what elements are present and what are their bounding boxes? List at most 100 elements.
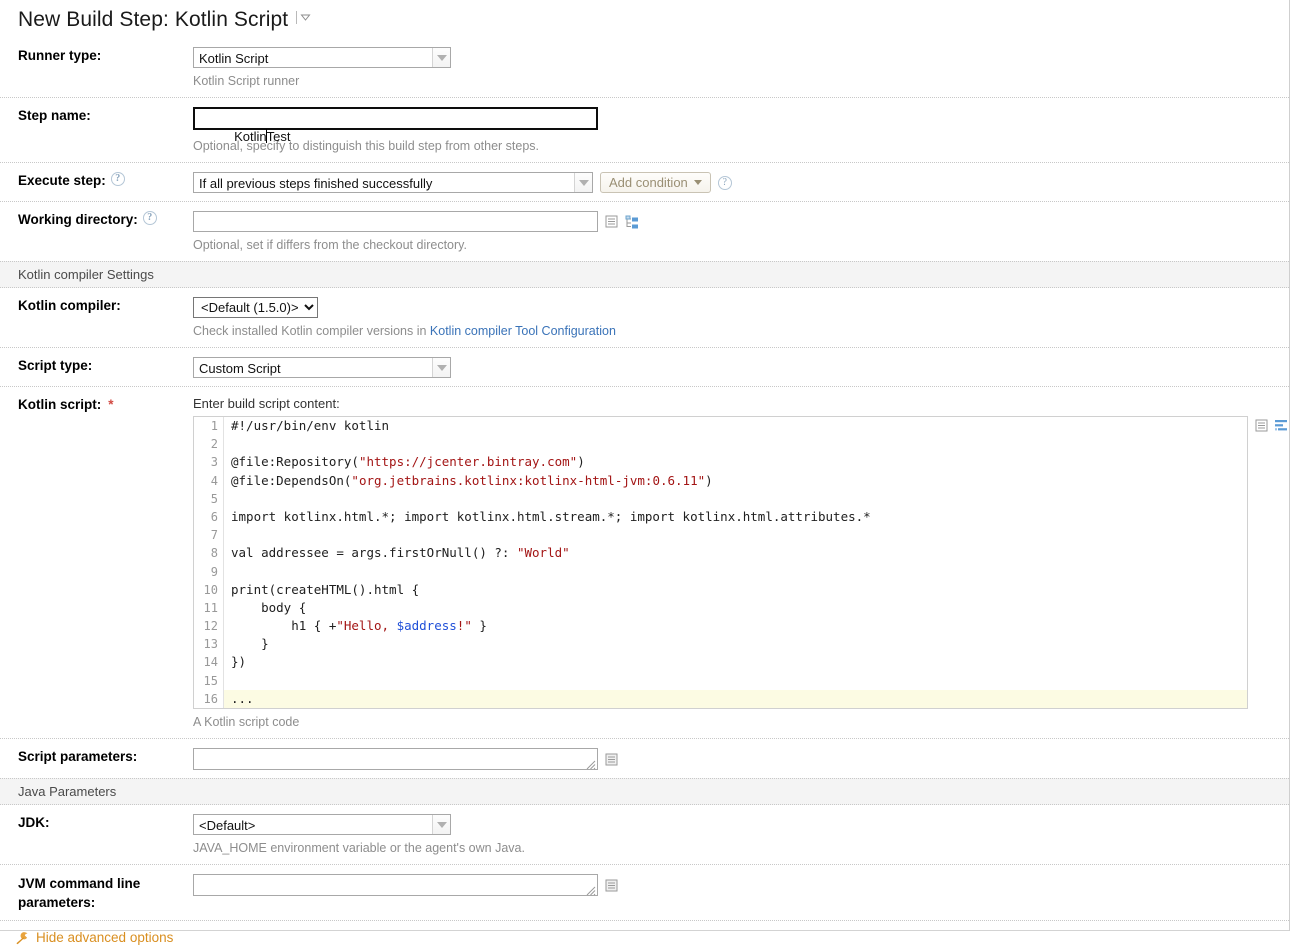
line-number: 5	[194, 490, 224, 508]
code-line[interactable]: 8val addressee = args.firstOrNull() ?: "…	[194, 544, 1247, 562]
line-number: 9	[194, 563, 224, 581]
step-name-value-before: Kotlin	[234, 129, 267, 144]
row-runner-type: Runner type: Kotlin Script Kotlin Script…	[0, 38, 1289, 97]
page-title: New Build Step: Kotlin Script	[18, 8, 288, 32]
title-menu[interactable]	[296, 11, 311, 24]
code-line-text: @file:Repository("https://jcenter.bintra…	[224, 453, 585, 471]
code-line-text: }	[224, 635, 269, 653]
line-number: 2	[194, 435, 224, 453]
line-number: 3	[194, 453, 224, 471]
kotlin-compiler-hint-prefix: Check installed Kotlin compiler versions…	[193, 324, 430, 338]
row-script-type: Script type: Custom Script	[0, 347, 1289, 386]
list-icon[interactable]	[605, 753, 618, 766]
browse-tree-icon[interactable]	[625, 215, 640, 229]
title-separator	[296, 11, 297, 24]
runner-type-value: Kotlin Script	[194, 48, 432, 67]
code-line[interactable]: 12 h1 { +"Hello, $address!" }	[194, 617, 1247, 635]
help-icon[interactable]: ?	[111, 172, 125, 186]
line-number: 1	[194, 417, 224, 435]
chevron-down-icon[interactable]	[300, 12, 311, 23]
script-parameters-input[interactable]	[193, 748, 598, 770]
required-marker: *	[108, 396, 113, 413]
code-line[interactable]: 15	[194, 672, 1247, 690]
code-line[interactable]: 10print(createHTML().html {	[194, 581, 1247, 599]
row-step-name: Step name: KotlinTest Optional, specify …	[0, 97, 1289, 162]
script-type-value: Custom Script	[194, 358, 432, 377]
code-line-text: })	[224, 653, 246, 671]
kotlin-script-field: Enter build script content: 1#!/usr/bin/…	[193, 396, 1290, 730]
chevron-down-icon[interactable]	[432, 358, 450, 377]
code-line[interactable]: 3@file:Repository("https://jcenter.bintr…	[194, 453, 1247, 471]
jdk-select[interactable]: <Default>	[193, 814, 451, 835]
working-directory-field: Optional, set if differs from the checko…	[193, 211, 1289, 253]
row-jdk: JDK: <Default> JAVA_HOME environment var…	[0, 805, 1289, 864]
step-name-input[interactable]: KotlinTest	[193, 107, 598, 130]
code-line-text: h1 { +"Hello, $address!" }	[224, 617, 487, 635]
fullscreen-editor-icon[interactable]	[1274, 419, 1289, 432]
code-line[interactable]: 14})	[194, 653, 1247, 671]
line-number: 10	[194, 581, 224, 599]
section-java-parameters: Java Parameters	[0, 778, 1289, 805]
script-parameters-label: Script parameters:	[0, 748, 193, 765]
resize-grip-icon[interactable]	[586, 758, 596, 768]
jvm-command-line-input[interactable]	[193, 874, 598, 896]
kotlin-compiler-select[interactable]: <Default (1.5.0)>	[193, 297, 318, 318]
line-number: 15	[194, 672, 224, 690]
code-line[interactable]: 4@file:DependsOn("org.jetbrains.kotlinx:…	[194, 472, 1247, 490]
row-kotlin-compiler: Kotlin compiler: <Default (1.5.0)> Check…	[0, 288, 1289, 347]
code-line[interactable]: 13 }	[194, 635, 1247, 653]
build-step-form-page: New Build Step: Kotlin Script Runner typ…	[0, 0, 1290, 931]
working-directory-label: Working directory: ?	[0, 211, 193, 228]
add-condition-button[interactable]: Add condition	[600, 172, 711, 193]
kotlin-compiler-tool-config-link[interactable]: Kotlin compiler Tool Configuration	[430, 324, 616, 338]
code-line-text: ...	[224, 690, 254, 708]
kotlin-script-editor[interactable]: 1#!/usr/bin/env kotlin23@file:Repository…	[193, 416, 1248, 709]
line-number: 6	[194, 508, 224, 526]
code-line[interactable]: 7	[194, 526, 1247, 544]
line-number: 13	[194, 635, 224, 653]
line-number: 4	[194, 472, 224, 490]
step-name-field: KotlinTest Optional, specify to distingu…	[193, 107, 1289, 154]
script-type-select[interactable]: Custom Script	[193, 357, 451, 378]
code-line-text: body {	[224, 599, 306, 617]
runner-type-select[interactable]: Kotlin Script	[193, 47, 451, 68]
jvm-command-line-field	[193, 874, 1289, 896]
runner-type-hint: Kotlin Script runner	[193, 73, 1279, 89]
code-line[interactable]: 11 body {	[194, 599, 1247, 617]
chevron-down-icon[interactable]	[574, 173, 592, 192]
working-directory-input[interactable]	[193, 211, 598, 232]
code-line[interactable]: 2	[194, 435, 1247, 453]
execute-step-value: If all previous steps finished successfu…	[194, 173, 574, 192]
resize-grip-icon[interactable]	[586, 884, 596, 894]
code-line[interactable]: 16...	[194, 690, 1247, 708]
chevron-down-icon[interactable]	[432, 815, 450, 834]
row-script-parameters: Script parameters:	[0, 738, 1289, 778]
help-icon[interactable]: ?	[143, 211, 157, 225]
editor-caption: Enter build script content:	[193, 396, 1289, 411]
step-name-value-after: Test	[267, 129, 291, 144]
wrench-icon	[14, 931, 29, 945]
kotlin-script-label: Kotlin script:*	[0, 396, 193, 413]
line-number: 12	[194, 617, 224, 635]
kotlin-script-hint: A Kotlin script code	[193, 714, 1289, 730]
kotlin-compiler-hint: Check installed Kotlin compiler versions…	[193, 323, 1279, 339]
working-directory-hint: Optional, set if differs from the checko…	[193, 237, 1279, 253]
hide-advanced-options-link[interactable]: Hide advanced options	[0, 920, 1289, 945]
line-number: 8	[194, 544, 224, 562]
list-icon[interactable]	[1255, 419, 1268, 432]
list-icon[interactable]	[605, 879, 618, 892]
jdk-value: <Default>	[194, 815, 432, 834]
chevron-down-icon[interactable]	[432, 48, 450, 67]
list-icon[interactable]	[605, 215, 618, 228]
code-line-text	[224, 672, 231, 690]
code-line-text	[224, 563, 231, 581]
jdk-label: JDK:	[0, 814, 193, 831]
add-condition-label: Add condition	[609, 175, 688, 190]
code-line[interactable]: 5	[194, 490, 1247, 508]
execute-step-select[interactable]: If all previous steps finished successfu…	[193, 172, 593, 193]
code-line[interactable]: 1#!/usr/bin/env kotlin	[194, 417, 1247, 435]
help-icon[interactable]: ?	[718, 176, 732, 190]
code-line[interactable]: 9	[194, 563, 1247, 581]
hide-advanced-options-label: Hide advanced options	[36, 930, 173, 945]
code-line[interactable]: 6import kotlinx.html.*; import kotlinx.h…	[194, 508, 1247, 526]
